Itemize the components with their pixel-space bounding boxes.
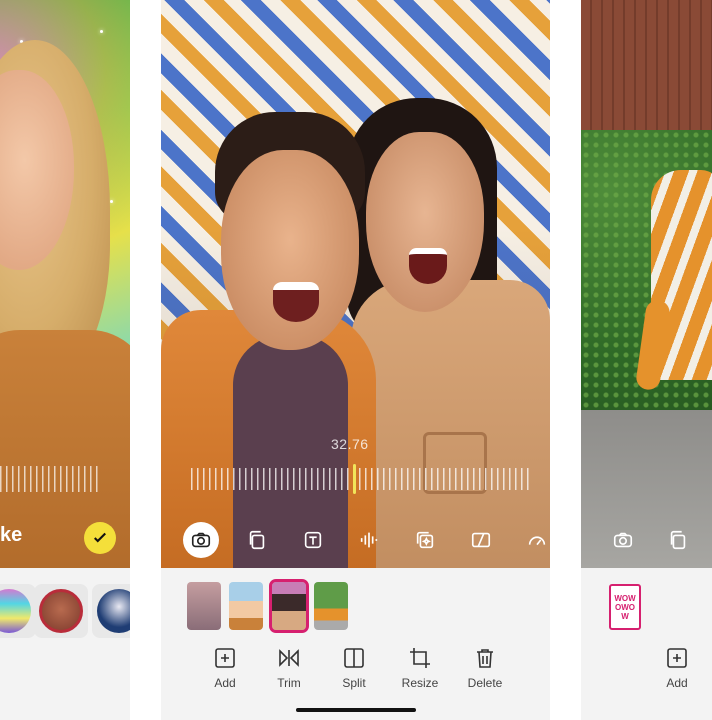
- camera-icon: [613, 532, 633, 548]
- layers-icon: [249, 530, 265, 550]
- split-icon: [344, 648, 364, 668]
- effect-thumb[interactable]: [92, 584, 130, 638]
- confirm-button[interactable]: [84, 522, 116, 554]
- add-label: Add: [666, 676, 688, 690]
- trim-label: Trim: [277, 676, 301, 690]
- trim-icon: [279, 649, 299, 667]
- clip-editor-panel-right: WOW OWO W Add: [581, 568, 712, 720]
- delete-button[interactable]: Delete: [455, 646, 515, 690]
- effect-thumb[interactable]: [0, 584, 36, 638]
- video-preview: 32.76: [161, 0, 550, 568]
- timeline-scrubber[interactable]: [0, 466, 100, 492]
- trim-button[interactable]: Trim: [259, 646, 319, 690]
- video-preview-right: [581, 0, 712, 568]
- clip-thumbnail[interactable]: [314, 582, 348, 630]
- add-label: Add: [214, 676, 236, 690]
- resize-label: Resize: [401, 676, 439, 690]
- audio-tool-button[interactable]: [351, 522, 387, 558]
- layers-tool-button[interactable]: [660, 522, 696, 558]
- edit-toolbar-right: [581, 520, 712, 560]
- effect-label: ke: [0, 524, 23, 546]
- add-button[interactable]: Add: [195, 646, 255, 690]
- app-store-screenshots: ke 32.76 Add Trim Split Resize Delete WO…: [0, 0, 712, 720]
- effect-thumb[interactable]: [34, 584, 88, 638]
- phone-center: 32.76 Add Trim Split Resize Delete: [161, 0, 550, 720]
- add-square-icon: [215, 648, 235, 668]
- layers-icon: [670, 530, 686, 550]
- check-icon: [94, 532, 106, 543]
- speed-icon: [528, 536, 546, 546]
- sticker-tool-button[interactable]: [407, 522, 443, 558]
- ratio-icon: [471, 532, 491, 548]
- camera-tool-button[interactable]: [183, 522, 219, 558]
- delete-label: Delete: [467, 676, 503, 690]
- split-button[interactable]: Split: [324, 646, 384, 690]
- add-button[interactable]: Add: [647, 646, 707, 690]
- camera-preview-left: ke: [0, 0, 130, 568]
- ratio-tool-button[interactable]: [463, 522, 499, 558]
- clip-thumbnail[interactable]: [187, 582, 221, 630]
- camera-icon: [191, 532, 211, 548]
- sticker-icon: [416, 531, 434, 549]
- clip-editor-panel: Add Trim Split Resize Delete: [161, 568, 550, 720]
- phone-left: ke: [0, 0, 130, 720]
- trash-icon: [477, 649, 493, 668]
- layers-tool-button[interactable]: [239, 522, 275, 558]
- resize-button[interactable]: Resize: [390, 646, 450, 690]
- audio-icon: [360, 532, 378, 548]
- crop-icon: [410, 648, 430, 668]
- text-tool-button[interactable]: [295, 522, 331, 558]
- add-square-icon: [667, 648, 687, 668]
- wow-sticker-clip[interactable]: WOW OWO W: [609, 584, 641, 630]
- speed-tool-button[interactable]: [519, 522, 550, 558]
- text-icon: [304, 531, 322, 549]
- playhead[interactable]: [353, 464, 356, 494]
- edit-toolbar: [161, 520, 550, 560]
- split-label: Split: [342, 676, 366, 690]
- home-indicator: [295, 708, 416, 712]
- phone-right: WOW OWO W Add: [581, 0, 712, 720]
- clip-thumbnail[interactable]: [229, 582, 263, 630]
- effects-tray: [0, 568, 130, 720]
- wow-sticker-text: WOW OWO W: [614, 593, 636, 621]
- timeline-scrubber[interactable]: [191, 464, 530, 494]
- clip-thumbnail-selected[interactable]: [269, 579, 309, 633]
- timestamp-label: 32.76: [331, 436, 369, 452]
- camera-tool-button[interactable]: [605, 522, 641, 558]
